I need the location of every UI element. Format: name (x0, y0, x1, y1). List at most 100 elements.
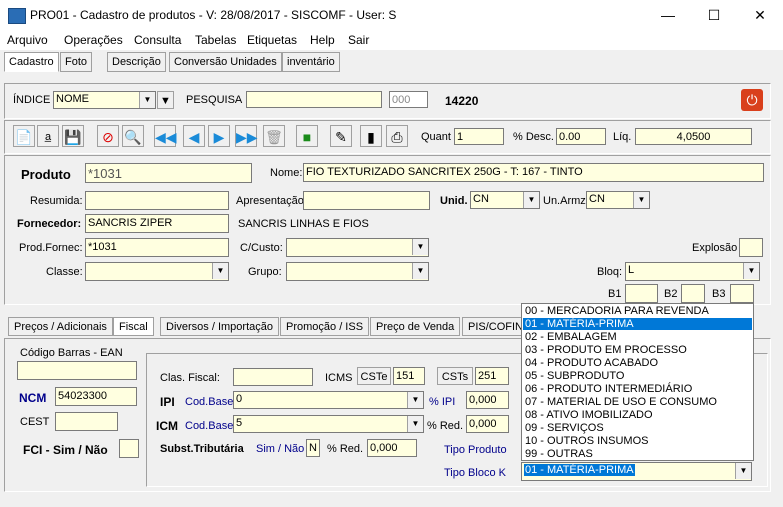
icm-red-label: % Red. (427, 420, 464, 432)
prev-record-icon[interactable]: ◀ (183, 125, 205, 147)
dropdown-option[interactable]: 07 - MATERIAL DE USO E CONSUMO (523, 396, 752, 408)
chevron-down-icon[interactable]: ▼ (735, 463, 751, 479)
liq-input[interactable]: 4,0500 (635, 128, 752, 145)
menu-consulta[interactable]: Consulta (134, 33, 181, 47)
index-select[interactable]: NOME ▼ (53, 91, 156, 109)
menu-operacoes[interactable]: Operações (64, 33, 123, 47)
menu-etiquetas[interactable]: Etiquetas (247, 33, 297, 47)
fornecedor-field[interactable]: SANCRIS ZIPER (85, 214, 229, 233)
printer-icon[interactable]: ⎙ (386, 125, 408, 147)
save-icon[interactable]: 💾 (62, 125, 84, 147)
cste-field[interactable]: 151 (393, 367, 425, 385)
clas-field[interactable] (233, 368, 313, 386)
produto-code-field[interactable]: *1031 (85, 163, 252, 183)
subst-red-field[interactable]: 0,000 (367, 439, 417, 457)
dropdown-option[interactable]: 10 - OUTROS INSUMOS (523, 435, 752, 447)
tab-precos-adicionais[interactable]: Preços / Adicionais (8, 317, 113, 336)
dropdown-option[interactable]: 05 - SUBPRODUTO (523, 370, 752, 382)
dropdown-option[interactable]: 08 - ATIVO IMOBILIZADO (523, 409, 752, 421)
fci-field[interactable] (119, 439, 139, 458)
search-icon[interactable]: 🔍 (122, 125, 144, 147)
barcode-icon[interactable]: ▮ (360, 125, 382, 147)
dropdown-option[interactable]: 09 - SERVIÇOS (523, 422, 752, 434)
ipi-codbase-select[interactable]: 0 ▼ (233, 391, 424, 409)
tab-conversao-unidades[interactable]: Conversão Unidades (169, 52, 282, 72)
cest-field[interactable] (55, 412, 118, 431)
tab-promocao-iss[interactable]: Promoção / ISS (280, 317, 370, 336)
search-input[interactable] (246, 91, 382, 108)
dropdown-option[interactable]: 00 - MERCADORIA PARA REVENDA (523, 305, 752, 317)
cste-button[interactable]: CSTe (357, 367, 391, 385)
menu-sair[interactable]: Sair (348, 33, 369, 47)
classe-select[interactable]: ▼ (85, 262, 229, 281)
tab-pis-cofins[interactable]: PIS/COFIN (462, 317, 524, 336)
chevron-down-icon[interactable]: ▼ (523, 192, 539, 208)
ipi-codbase-value: 0 (236, 393, 243, 405)
boxes-icon[interactable]: ■ (296, 125, 318, 147)
menu-help[interactable]: Help (310, 33, 335, 47)
tab-fiscal[interactable]: Fiscal (113, 317, 154, 336)
chevron-down-icon[interactable]: ▼ (407, 416, 423, 432)
index-dropdown-button[interactable]: ▼ (157, 91, 174, 109)
tab-diversos-importacao[interactable]: Diversos / Importação (160, 317, 279, 336)
unarmz-select[interactable]: CN ▼ (586, 191, 650, 209)
minimize-button[interactable]: — (645, 0, 691, 31)
ean-field[interactable] (17, 361, 137, 380)
dropdown-option-selected[interactable]: 01 - MATÉRIA-PRIMA (523, 318, 752, 330)
prodfornec-field[interactable]: *1031 (85, 238, 229, 257)
csts-field[interactable]: 251 (475, 367, 509, 385)
tipo-bloco-select[interactable]: 01 - MATÉRIA-PRIMA ▼ (521, 462, 752, 481)
tab-inventario[interactable]: inventário (282, 52, 340, 72)
first-record-icon[interactable]: ◀◀ (154, 125, 177, 147)
b2-field[interactable] (681, 284, 705, 303)
new-document-icon[interactable]: 📄 (13, 125, 35, 147)
icm-red-field[interactable]: 0,000 (466, 415, 509, 433)
chevron-down-icon[interactable]: ▼ (743, 263, 759, 279)
cancel-icon[interactable]: ⊘ (97, 125, 119, 147)
bloq-select[interactable]: L ▼ (625, 262, 760, 281)
dropdown-option[interactable]: 06 - PRODUTO INTERMEDIÁRIO (523, 383, 752, 395)
edit-list-icon[interactable]: ✎ (330, 125, 352, 147)
tab-foto[interactable]: Foto (60, 52, 93, 72)
tab-descricao[interactable]: Descrição (107, 52, 166, 72)
tab-cadastro[interactable]: Cadastro (4, 52, 59, 72)
csts-button[interactable]: CSTs (437, 367, 473, 385)
desc-input[interactable]: 0.00 (556, 128, 606, 145)
menu-tabelas[interactable]: Tabelas (195, 33, 236, 47)
b1-field[interactable] (625, 284, 658, 303)
dropdown-option[interactable]: 04 - PRODUTO ACABADO (523, 357, 752, 369)
b3-field[interactable] (730, 284, 754, 303)
apresentacao-field[interactable] (303, 191, 430, 210)
spellcheck-icon[interactable]: a̲ (37, 125, 59, 147)
trash-icon[interactable]: 🗑 (263, 125, 285, 147)
dropdown-option[interactable]: 99 - OUTRAS (523, 448, 752, 460)
ipi-pct-field[interactable]: 0,000 (466, 391, 509, 409)
tab-preco-venda[interactable]: Preço de Venda (370, 317, 461, 336)
quant-input[interactable]: 1 (454, 128, 504, 145)
chevron-down-icon[interactable]: ▼ (412, 263, 428, 279)
resumida-field[interactable] (85, 191, 229, 210)
ccusto-select[interactable]: ▼ (286, 238, 429, 257)
grupo-select[interactable]: ▼ (286, 262, 429, 281)
icm-codbase-select[interactable]: 5 ▼ (233, 415, 424, 433)
chevron-down-icon[interactable]: ▼ (412, 239, 428, 255)
power-icon[interactable]: ⏻ (741, 89, 763, 111)
nome-field[interactable]: FIO TEXTURIZADO SANCRITEX 250G - T: 167 … (303, 163, 764, 182)
maximize-button[interactable]: ☐ (691, 0, 737, 31)
chevron-down-icon[interactable]: ▼ (212, 263, 228, 279)
close-button[interactable]: ✕ (737, 0, 783, 31)
unid-select[interactable]: CN ▼ (470, 191, 540, 209)
chevron-down-icon[interactable]: ▼ (139, 92, 155, 108)
search-code-field[interactable]: 000 (389, 91, 428, 108)
dropdown-option[interactable]: 02 - EMBALAGEM (523, 331, 752, 343)
chevron-down-icon[interactable]: ▼ (407, 392, 423, 408)
explosao-field[interactable] (739, 238, 763, 257)
ccusto-label: C/Custo: (240, 242, 283, 254)
subst-field[interactable]: N (306, 439, 320, 457)
ncm-field[interactable]: 54023300 (55, 387, 137, 406)
menu-arquivo[interactable]: Arquivo (7, 33, 48, 47)
dropdown-option[interactable]: 03 - PRODUTO EM PROCESSO (523, 344, 752, 356)
next-record-icon[interactable]: ▶ (208, 125, 230, 147)
last-record-icon[interactable]: ▶▶ (235, 125, 258, 147)
chevron-down-icon[interactable]: ▼ (633, 192, 649, 208)
